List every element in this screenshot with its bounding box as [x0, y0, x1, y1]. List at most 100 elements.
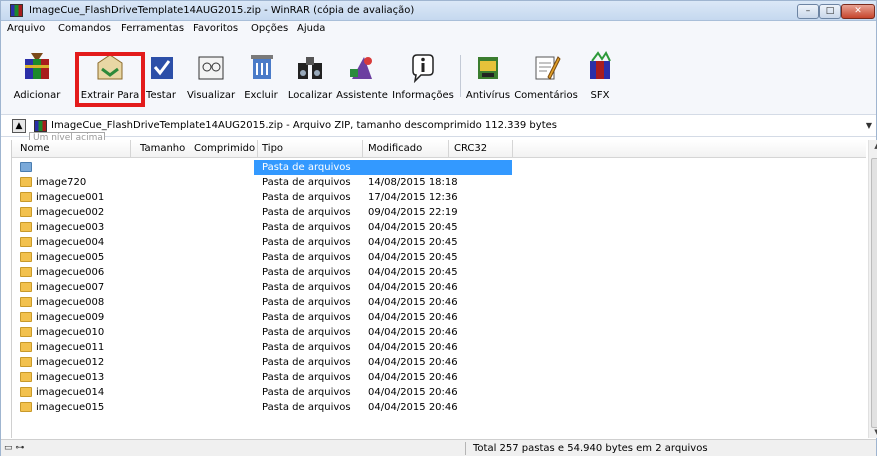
comment-button-label: Comentários: [514, 90, 578, 101]
table-row[interactable]: imagecue005 Pasta de arquivos 04/04/2015 2…: [12, 250, 866, 265]
folder-icon: [20, 402, 32, 412]
table-row[interactable]: imagecue004 Pasta de arquivos 04/04/2015 2…: [12, 235, 866, 250]
column-header-type[interactable]: Tipo: [262, 143, 283, 154]
table-row[interactable]: .. Pasta de arquivos: [12, 160, 866, 175]
table-row[interactable]: imagecue010 Pasta de arquivos 04/04/2015 2…: [12, 325, 866, 340]
row-modified: 04/04/2015 20:46: [368, 402, 458, 413]
vertical-scrollbar[interactable]: ▲ ▼: [868, 140, 877, 438]
column-divider[interactable]: [362, 140, 363, 157]
winrar-app-icon[interactable]: [10, 4, 23, 17]
table-row[interactable]: image720 Pasta de arquivos 14/08/2015 18:1…: [12, 175, 866, 190]
table-row[interactable]: imagecue013 Pasta de arquivos 04/04/2015 2…: [12, 370, 866, 385]
minimize-icon: –: [805, 6, 811, 16]
wizard-button[interactable]: Assistente: [336, 51, 388, 101]
column-divider[interactable]: [512, 140, 513, 157]
row-name: imagecue009: [36, 312, 105, 323]
row-modified: 04/04/2015 20:46: [368, 312, 458, 323]
column-header-name[interactable]: Nome: [20, 143, 50, 154]
status-text: Total 257 pastas e 54.940 bytes em 2 arq…: [473, 443, 708, 454]
menu-ajuda[interactable]: Ajuda: [297, 23, 325, 34]
sfx-button-label: SFX: [590, 90, 610, 101]
table-row[interactable]: imagecue003 Pasta de arquivos 04/04/2015 2…: [12, 220, 866, 235]
archive-path: ImageCue_FlashDriveTemplate14AUG2015.zip…: [51, 120, 557, 131]
row-type: Pasta de arquivos: [262, 387, 351, 398]
test-button-label: Testar: [146, 90, 176, 101]
close-button[interactable]: ✕: [841, 4, 875, 19]
test-button[interactable]: Testar: [143, 51, 179, 101]
table-row[interactable]: imagecue001 Pasta de arquivos 17/04/2015 1…: [12, 190, 866, 205]
column-header-modified[interactable]: Modificado: [368, 143, 422, 154]
column-header-crc[interactable]: CRC32: [454, 143, 487, 154]
row-modified: 04/04/2015 20:46: [368, 327, 458, 338]
title-bar[interactable]: ImageCue_FlashDriveTemplate14AUG2015.zip…: [1, 1, 876, 21]
folder-icon: [20, 372, 32, 382]
row-name: imagecue013: [36, 372, 105, 383]
menu-opcoes[interactable]: Opções: [251, 23, 288, 34]
winrar-window: ImageCue_FlashDriveTemplate14AUG2015.zip…: [0, 0, 877, 456]
up-one-level-button[interactable]: ▲: [12, 119, 26, 133]
row-modified: 14/08/2015 18:18: [368, 177, 458, 188]
table-row[interactable]: imagecue009 Pasta de arquivos 04/04/2015 2…: [12, 310, 866, 325]
menu-comandos[interactable]: Comandos: [58, 23, 111, 34]
row-type: Pasta de arquivos: [262, 177, 351, 188]
folder-icon: [20, 297, 32, 307]
column-header-packed[interactable]: Comprimido: [194, 143, 255, 154]
table-row[interactable]: imagecue002 Pasta de arquivos 09/04/2015 2…: [12, 205, 866, 220]
chevron-down-icon[interactable]: ▼: [866, 121, 872, 130]
table-row[interactable]: imagecue012 Pasta de arquivos 04/04/2015 2…: [12, 355, 866, 370]
maximize-button[interactable]: □: [819, 4, 841, 19]
folder-icon: [20, 282, 32, 292]
column-header-size[interactable]: Tamanho: [140, 143, 185, 154]
delete-button[interactable]: Excluir: [241, 51, 281, 101]
column-divider[interactable]: [448, 140, 449, 157]
wizard-button-label: Assistente: [336, 90, 388, 101]
folder-icon: [20, 312, 32, 322]
folder-icon: [20, 222, 32, 232]
scroll-down-arrow-icon[interactable]: ▼: [869, 428, 877, 436]
menu-arquivo[interactable]: Arquivo: [7, 23, 45, 34]
window-title: ImageCue_FlashDriveTemplate14AUG2015.zip…: [29, 5, 415, 16]
table-row[interactable]: imagecue011 Pasta de arquivos 04/04/2015 2…: [12, 340, 866, 355]
maximize-icon: □: [825, 6, 835, 16]
row-type: Pasta de arquivos: [262, 192, 351, 203]
status-bar: ▭ ⊶ Total 257 pastas e 54.940 bytes em 2…: [1, 439, 876, 456]
row-type: Pasta de arquivos: [262, 267, 351, 278]
scrollbar-thumb[interactable]: [871, 158, 877, 428]
column-divider[interactable]: [257, 140, 258, 157]
column-divider[interactable]: [130, 140, 131, 157]
row-modified: 04/04/2015 20:45: [368, 237, 458, 248]
row-name: imagecue002: [36, 207, 105, 218]
folder-icon: [20, 267, 32, 277]
info-icon: [412, 54, 434, 83]
row-type: Pasta de arquivos: [262, 357, 351, 368]
find-button[interactable]: Localizar: [284, 51, 336, 101]
row-name: imagecue011: [36, 342, 105, 353]
minimize-button[interactable]: –: [797, 4, 819, 19]
folder-icon: [20, 207, 32, 217]
table-row[interactable]: imagecue006 Pasta de arquivos 04/04/2015 2…: [12, 265, 866, 280]
antivirus-button[interactable]: Antivírus: [464, 51, 512, 101]
add-button[interactable]: Adicionar: [9, 51, 65, 101]
row-modified: 09/04/2015 22:19: [368, 207, 458, 218]
antivirus-icon: [478, 57, 498, 79]
test-icon: [151, 57, 173, 79]
find-button-label: Localizar: [287, 90, 333, 101]
table-row[interactable]: imagecue015 Pasta de arquivos 04/04/2015 2…: [12, 400, 866, 415]
table-row[interactable]: imagecue014 Pasta de arquivos 04/04/2015 2…: [12, 385, 866, 400]
row-modified: 04/04/2015 20:46: [368, 282, 458, 293]
view-button[interactable]: Visualizar: [185, 51, 237, 101]
folder-icon: [20, 192, 32, 202]
table-row[interactable]: imagecue008 Pasta de arquivos 04/04/2015 2…: [12, 295, 866, 310]
status-divider: [465, 442, 466, 455]
table-row[interactable]: imagecue007 Pasta de arquivos 04/04/2015 2…: [12, 280, 866, 295]
sfx-button[interactable]: SFX: [582, 51, 618, 101]
menu-ferramentas[interactable]: Ferramentas: [121, 23, 184, 34]
comment-button[interactable]: Comentários: [514, 51, 578, 101]
info-button[interactable]: Informações: [390, 51, 456, 101]
scroll-up-arrow-icon[interactable]: ▲: [869, 142, 877, 150]
folder-icon: [20, 357, 32, 367]
add-archive-icon: [25, 53, 49, 79]
file-list-header: Nome Tamanho Comprimido Tipo Modificado …: [12, 140, 866, 158]
delete-icon: [251, 55, 273, 79]
menu-favoritos[interactable]: Favoritos: [193, 23, 238, 34]
